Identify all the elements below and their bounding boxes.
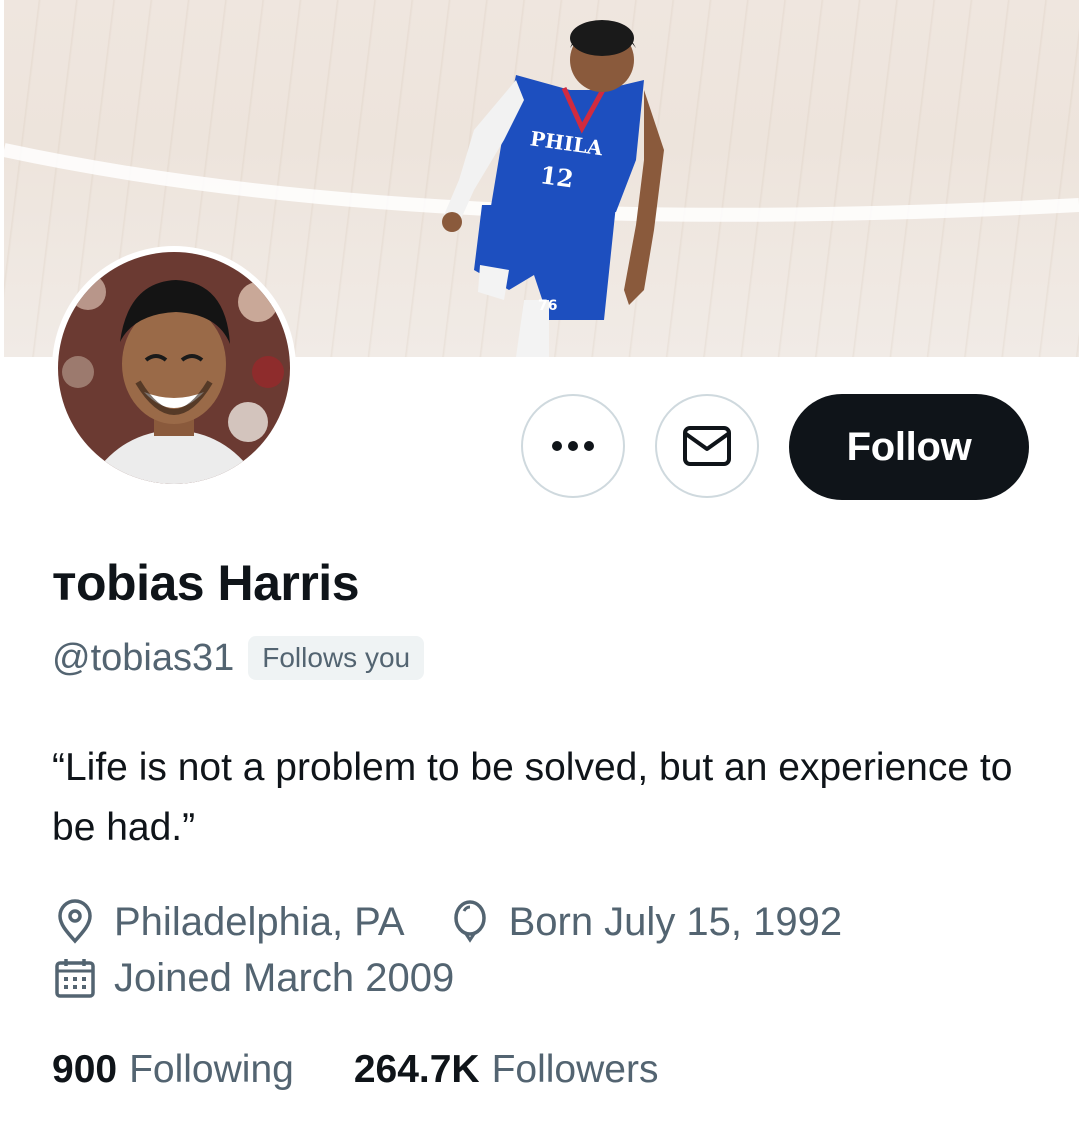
bio: “Life is not a problem to be solved, but… <box>52 746 1013 849</box>
location: Philadelphia, PA <box>52 899 405 945</box>
jersey-number: 12 <box>538 160 575 193</box>
following-link[interactable]: 900 Following <box>52 1048 294 1092</box>
more-button[interactable] <box>521 394 625 498</box>
location-pin-icon <box>58 899 92 944</box>
follow-stats: 900 Following 264.7K Followers <box>52 1042 718 1098</box>
birthday-text: Born July 15, 1992 <box>508 899 843 944</box>
followers-label: Followers <box>491 1048 659 1091</box>
follow-button[interactable]: Follow <box>789 394 1029 500</box>
joined: Joined March 2009 <box>52 955 454 1001</box>
message-button[interactable] <box>655 394 759 498</box>
joined-text: Joined March 2009 <box>114 955 455 1000</box>
followers-count: 264.7K <box>353 1048 480 1091</box>
handle-row: @tobias31 Follows you <box>52 634 425 682</box>
avatar-photo <box>58 252 290 484</box>
follows-you-badge: Follows you <box>248 636 425 680</box>
handle: @tobias31 <box>52 636 235 679</box>
following-label: Following <box>129 1048 294 1091</box>
display-name: ᴛobias Harris <box>52 555 360 611</box>
more-horizontal-icon <box>552 441 594 451</box>
birthday: Born July 15, 1992 <box>447 899 843 945</box>
calendar-icon <box>55 959 95 998</box>
profile-meta-row-2: Joined March 2009 <box>52 948 454 1008</box>
location-text: Philadelphia, PA <box>114 899 405 944</box>
shorts-logo: 76 <box>538 298 557 314</box>
profile-meta-row-1: Philadelphia, PA Born July 15, 1992 <box>52 892 842 952</box>
following-count: 900 <box>52 1048 118 1091</box>
avatar[interactable] <box>52 246 296 490</box>
envelope-icon <box>683 426 731 466</box>
followers-link[interactable]: 264.7K Followers <box>354 1048 659 1092</box>
balloon-icon <box>453 900 486 943</box>
